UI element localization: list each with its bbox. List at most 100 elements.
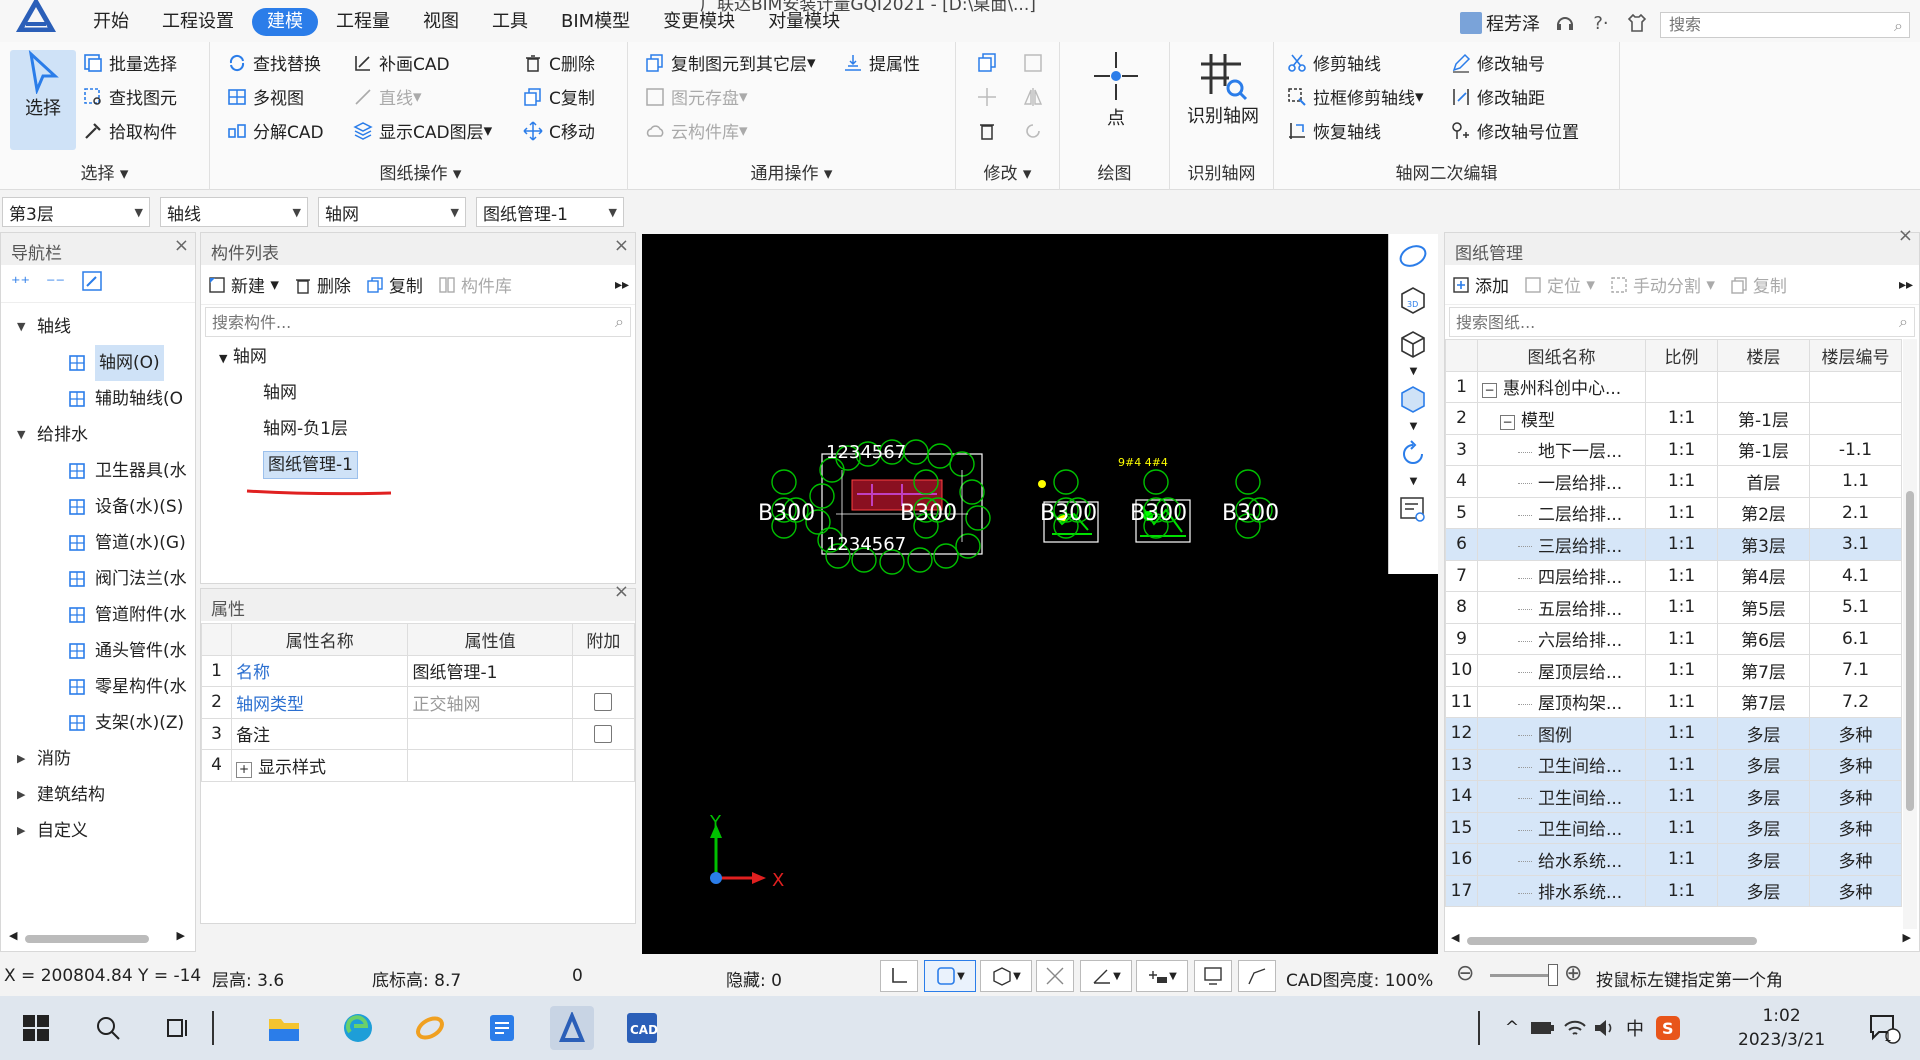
drawing-name[interactable]: 六层给排... [1477,622,1646,655]
drawing-name[interactable]: 屋顶构架... [1477,685,1646,718]
drawing-name[interactable]: 图例 [1477,717,1646,750]
drawing-row[interactable]: 1− 惠州科创中心... [1445,370,1902,403]
floor-select[interactable]: 第3层 ▼ [2,197,150,227]
drawing-name[interactable]: 三层给排... [1477,528,1646,561]
tree-toggle-icon[interactable]: − [1500,414,1515,430]
drawing-name[interactable]: − 惠州科创中心... [1477,370,1646,403]
nav-tree-item[interactable]: ▶ 消防 [1,741,195,777]
cad-drawing-canvas[interactable]: 1234567 1234567 9#4 4#4 B300 B300 B300 B300… [642,234,1438,954]
property-value[interactable]: 正交轴网 [407,686,573,719]
delete-component-button[interactable]: 删除 [293,272,351,297]
nav-tree-item[interactable]: 支架(水)(Z) [1,705,195,741]
shaded-view-button[interactable] [1389,377,1437,421]
menu-item-7[interactable]: 变更模块 [648,8,750,36]
point-button[interactable]: 点 [1086,50,1146,130]
help-icon[interactable]: ?· [1590,12,1612,34]
copy-to-other-floor-button[interactable]: 复制图元到其它层 ▾ [644,50,816,75]
expand-arrow-icon[interactable]: ▶ [17,741,31,777]
scroll-right-icon[interactable]: ▶ [177,929,185,942]
rotate-view-button[interactable] [1389,432,1437,476]
ribbon-group-select-title[interactable]: 选择 ▾ [0,159,209,184]
edge-browser-icon[interactable] [336,1006,380,1050]
c-delete-button[interactable]: C删除 [522,50,595,75]
file-explorer-icon[interactable] [262,1006,306,1050]
close-icon[interactable]: × [174,235,189,256]
drawing-row[interactable]: 5 二层给排... 1:1 第2层 2.1 [1445,496,1902,529]
find-replace-button[interactable]: 查找替换 [226,50,321,75]
search-icon[interactable] [86,1006,130,1050]
component-item[interactable]: 图纸管理-1 [201,447,635,483]
drawing-row[interactable]: 6 三层给排... 1:1 第3层 3.1 [1445,528,1902,561]
component-item[interactable]: 轴网-负1层 [201,411,635,447]
notepad-app-icon[interactable] [480,1006,524,1050]
nav-tree-item[interactable]: ▶ 建筑结构 [1,777,195,813]
category-select[interactable]: 轴线 ▼ [160,197,308,227]
extract-attributes-button[interactable]: 提属性 [842,50,920,75]
drawing-row[interactable]: 15 卫生间给... 1:1 多层 多种 [1445,811,1902,844]
property-value[interactable] [407,717,573,750]
menu-item-3[interactable]: 工程量 [321,8,405,36]
property-value[interactable]: 图纸管理-1 [407,654,573,687]
drawing-name[interactable]: 地下一层... [1477,433,1646,466]
headset-icon[interactable] [1554,12,1576,34]
display-toggle[interactable] [1194,960,1232,992]
nav-tree-item[interactable]: 轴网(O) [1,345,195,381]
drawing-row[interactable]: 10 屋顶层给... 1:1 第7层 7.1 [1445,654,1902,687]
cloud-library-button[interactable]: 云构件库 ▾ [644,118,748,143]
nav-tree-item[interactable]: 卫生器具(水 [1,453,195,489]
property-row[interactable]: 3 备注 [200,717,636,750]
recognize-grid-button[interactable]: 识别轴网 [1178,50,1268,128]
3d-view-button[interactable]: 3D [1389,278,1437,322]
ribbon-group-drawing-ops-title[interactable]: 图纸操作 ▾ [214,159,627,184]
edit-icon[interactable] [81,270,103,297]
modify-flip-icon[interactable] [1022,86,1044,113]
new-component-button[interactable]: 新建 ▾ [207,272,279,297]
find-element-button[interactable]: 查找图元 [82,84,177,109]
property-row[interactable]: 2 轴网类型 正交轴网 [200,686,636,719]
drawing-search[interactable]: ⌕ [1449,307,1915,337]
drawing-row[interactable]: 16 给水系统... 1:1 多层 多种 [1445,843,1902,876]
nav-tree-item[interactable]: 管道附件(水 [1,597,195,633]
nav-tree-item[interactable]: ▼ 给排水 [1,417,195,453]
drawing-name[interactable]: 四层给排... [1477,559,1646,592]
add-drawing-button[interactable]: 添加 [1451,272,1509,297]
nav-tree-item[interactable]: 通头管件(水 [1,633,195,669]
batch-select-button[interactable]: 批量选择 [82,50,177,75]
expand-arrow-icon[interactable]: ▶ [17,777,31,813]
drawing-search-input[interactable] [1456,312,1863,332]
scrollbar-thumb[interactable] [1906,491,1914,811]
cross-toggle[interactable] [1036,960,1074,992]
nav-tree-item[interactable]: 辅助轴线(O [1,381,195,417]
explode-cad-button[interactable]: 分解CAD [226,118,324,143]
show-cad-layers-button[interactable]: 显示CAD图层 ▾ [352,118,492,143]
more-icon[interactable]: ▸▸ [615,277,629,293]
collapse-arrow-icon[interactable]: ▼ [17,309,31,345]
close-icon[interactable]: × [1898,225,1913,246]
c-move-button[interactable]: C移动 [522,118,595,143]
drawing-row[interactable]: 17 排水系统... 1:1 多层 多种 [1445,874,1902,907]
ime-indicator[interactable]: 中 [1620,1006,1650,1050]
sogou-s-icon[interactable]: S [1652,1006,1684,1050]
modify-axis-number-button[interactable]: 修改轴号 [1450,50,1545,75]
app-logo-icon[interactable] [10,0,66,32]
drawing-name[interactable]: 二层给排... [1477,496,1646,529]
search-icon[interactable]: ⌕ [1894,16,1903,36]
drawing-row[interactable]: 12 图例 1:1 多层 多种 [1445,717,1902,750]
locate-drawing-button[interactable]: 定位 ▾ [1523,272,1595,297]
chevron-down-icon[interactable]: ▼ [1389,476,1438,487]
system-clock[interactable]: 1:02 2023/3/21 [1738,1004,1825,1052]
track-toggle[interactable] [1238,960,1276,992]
drawing-row[interactable]: 4 一层给排... 1:1 首层 1.1 [1445,465,1902,498]
collapse-arrow-icon[interactable]: ▼ [17,417,31,453]
scrollbar-thumb[interactable] [1467,937,1757,945]
drawing-name[interactable]: 卫生间给... [1477,780,1646,813]
ribbon-group-common-ops-title[interactable]: 通用操作 ▾ [628,159,955,184]
global-search-input[interactable] [1669,15,1879,34]
modify-rotate-icon[interactable] [1022,120,1044,147]
box-trim-axis-button[interactable]: 拉框修剪轴线 ▾ [1286,84,1424,109]
scroll-left-icon[interactable]: ◀ [1451,931,1459,944]
properties-view-button[interactable] [1389,487,1437,531]
drawing-name[interactable]: 卫生间给... [1477,811,1646,844]
property-row[interactable]: 4 + 显示样式 [200,749,636,782]
property-row[interactable]: 1 名称 图纸管理-1 [200,654,636,687]
